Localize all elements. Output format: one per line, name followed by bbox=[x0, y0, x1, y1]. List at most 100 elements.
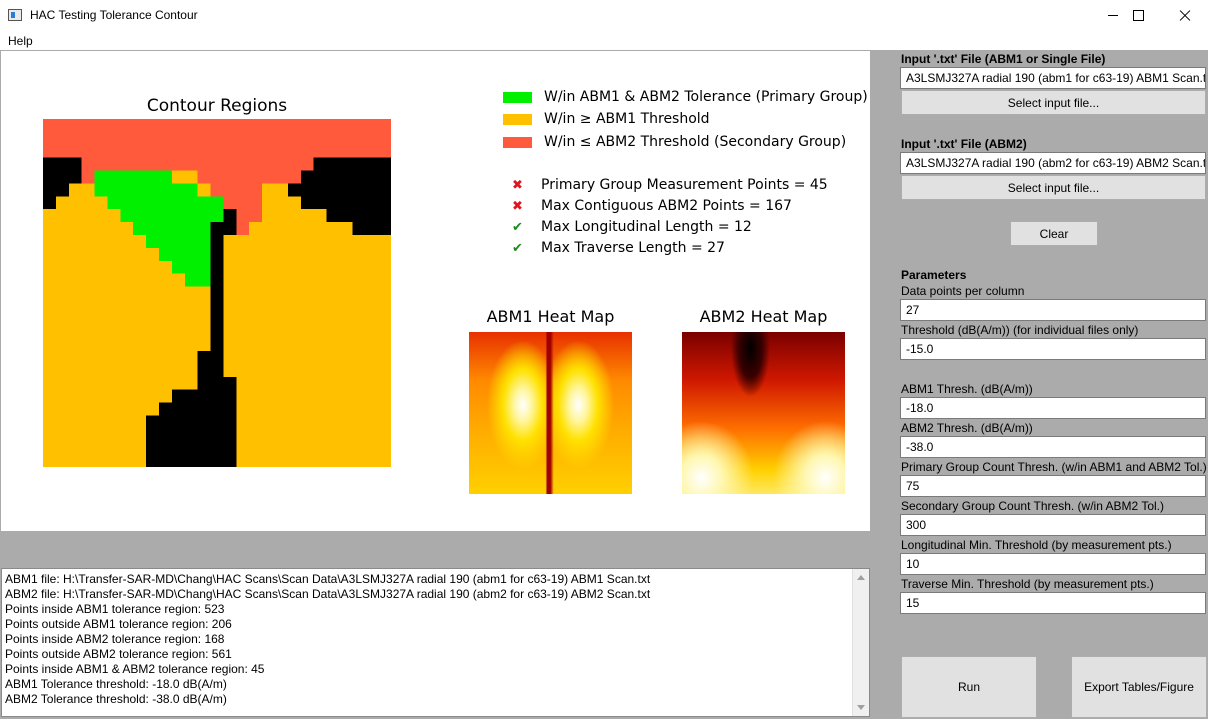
contour-regions-plot bbox=[43, 119, 391, 467]
check-icon: ✔ bbox=[512, 240, 523, 256]
data-points-label: Data points per column bbox=[901, 284, 1025, 298]
legend-label-abm1: W/in ≥ ABM1 Threshold bbox=[544, 111, 710, 127]
contour-cell bbox=[236, 209, 263, 223]
abm1-heatmap bbox=[469, 332, 632, 494]
abm1-thresh-label: ABM1 Thresh. (dB(A/m)) bbox=[901, 382, 1033, 396]
export-button[interactable]: Export Tables/Figure bbox=[1071, 656, 1207, 718]
abm1-thresh-input[interactable]: -18.0 bbox=[900, 397, 1206, 419]
log-line: Points inside ABM1 tolerance region: 523 bbox=[5, 602, 225, 616]
legend-swatch-primary bbox=[503, 91, 532, 103]
contour-cell bbox=[43, 119, 391, 158]
run-button[interactable]: Run bbox=[901, 656, 1037, 718]
abm2-file-label: Input '.txt' File (ABM2) bbox=[901, 137, 1027, 151]
threshold-input[interactable]: -15.0 bbox=[900, 338, 1206, 360]
menu-bar: Help bbox=[0, 31, 1208, 50]
legend-abm1: W/in ≥ ABM1 Threshold bbox=[503, 109, 710, 129]
legend-swatch-abm2 bbox=[503, 136, 532, 148]
scroll-down-icon[interactable] bbox=[857, 705, 865, 710]
log-line: ABM2 Tolerance threshold: -38.0 dB(A/m) bbox=[5, 692, 227, 706]
traverse-input[interactable]: 15 bbox=[900, 592, 1206, 614]
contour-cell bbox=[171, 389, 237, 403]
secondary-count-input[interactable]: 300 bbox=[900, 514, 1206, 536]
abm1-file-input[interactable]: A3LSMJ327A radial 190 (abm1 for c63-19) … bbox=[900, 67, 1206, 89]
fail-icon: ✖ bbox=[512, 177, 523, 193]
legend-primary: W/in ABM1 & ABM2 Tolerance (Primary Grou… bbox=[503, 87, 868, 107]
status-text: Max Longitudinal Length = 12 bbox=[541, 219, 752, 235]
contour-cell bbox=[210, 183, 263, 197]
contour-cell bbox=[94, 183, 198, 197]
contour-cell bbox=[120, 209, 224, 223]
contour-cell bbox=[223, 196, 263, 210]
traverse-label: Traverse Min. Threshold (by measurement … bbox=[901, 577, 1154, 591]
log-line: Points outside ABM1 tolerance region: 20… bbox=[5, 617, 232, 631]
longitudinal-input[interactable]: 10 bbox=[900, 553, 1206, 575]
contour-cell bbox=[197, 170, 301, 184]
app-icon bbox=[8, 9, 22, 21]
title-bar: HAC Testing Tolerance Contour bbox=[0, 0, 1208, 31]
log-line: ABM1 file: H:\Transfer-SAR-MD\Chang\HAC … bbox=[5, 572, 651, 586]
contour-cell bbox=[146, 415, 237, 467]
contour-cell bbox=[223, 209, 237, 235]
close-button[interactable] bbox=[1162, 0, 1208, 31]
abm2-heatmap-title: ABM2 Heat Map bbox=[699, 307, 828, 326]
contour-cell bbox=[352, 222, 391, 235]
abm2-thresh-input[interactable]: -38.0 bbox=[900, 436, 1206, 458]
status-longitudinal: ✔ Max Longitudinal Length = 12 bbox=[512, 217, 752, 237]
contour-cell bbox=[81, 157, 237, 171]
contour-cell bbox=[236, 222, 250, 235]
status-traverse: ✔ Max Traverse Length = 27 bbox=[512, 238, 725, 258]
status-contiguous-abm2: ✖ Max Contiguous ABM2 Points = 167 bbox=[512, 196, 792, 216]
fail-icon: ✖ bbox=[512, 198, 523, 214]
contour-cell bbox=[197, 351, 224, 377]
contour-cell bbox=[43, 196, 56, 210]
status-text: Max Traverse Length = 27 bbox=[541, 240, 725, 256]
scroll-up-icon[interactable] bbox=[857, 575, 865, 580]
contour-cell bbox=[184, 273, 211, 287]
contour-cell bbox=[236, 157, 314, 171]
maximize-button[interactable] bbox=[1115, 0, 1161, 31]
primary-count-label: Primary Group Count Thresh. (w/in ABM1 a… bbox=[901, 460, 1207, 474]
primary-count-input[interactable]: 75 bbox=[900, 475, 1206, 497]
threshold-label: Threshold (dB(A/m)) (for individual file… bbox=[901, 323, 1139, 337]
data-points-input[interactable]: 27 bbox=[900, 299, 1206, 321]
parameters-heading: Parameters bbox=[901, 268, 967, 282]
contour-cell bbox=[313, 157, 391, 171]
log-line: ABM1 Tolerance threshold: -18.0 dB(A/m) bbox=[5, 677, 227, 691]
log-line: ABM2 file: H:\Transfer-SAR-MD\Chang\HAC … bbox=[5, 587, 651, 601]
legend-label-primary: W/in ABM1 & ABM2 Tolerance (Primary Grou… bbox=[544, 89, 868, 105]
contour-cell bbox=[210, 222, 224, 248]
clear-button[interactable]: Clear bbox=[1010, 221, 1098, 246]
legend-abm2: W/in ≤ ABM2 Threshold (Secondary Group) bbox=[503, 132, 846, 152]
abm2-select-file-button[interactable]: Select input file... bbox=[901, 175, 1206, 200]
contour-cell bbox=[159, 402, 237, 416]
legend-swatch-abm1 bbox=[503, 113, 532, 125]
contour-cell bbox=[43, 157, 82, 171]
contour-cell bbox=[43, 183, 69, 197]
log-output[interactable]: ABM1 file: H:\Transfer-SAR-MD\Chang\HAC … bbox=[1, 568, 870, 717]
contour-cell bbox=[94, 170, 172, 184]
abm2-heatmap bbox=[682, 332, 845, 494]
log-scrollbar[interactable] bbox=[852, 569, 869, 716]
contour-cell bbox=[300, 170, 391, 184]
contour-cell bbox=[287, 183, 391, 197]
contour-cell bbox=[107, 196, 224, 210]
abm1-select-file-button[interactable]: Select input file... bbox=[901, 90, 1206, 115]
contour-cell bbox=[326, 209, 391, 223]
contour-cell bbox=[197, 376, 237, 390]
abm2-thresh-label: ABM2 Thresh. (dB(A/m)) bbox=[901, 421, 1033, 435]
longitudinal-label: Longitudinal Min. Threshold (by measurem… bbox=[901, 538, 1172, 552]
contour-title: Contour Regions bbox=[146, 96, 288, 116]
abm2-file-input[interactable]: A3LSMJ327A radial 190 (abm2 for c63-19) … bbox=[900, 152, 1206, 174]
log-line: Points inside ABM2 tolerance region: 168 bbox=[5, 632, 225, 646]
check-icon: ✔ bbox=[512, 219, 523, 235]
status-text: Primary Group Measurement Points = 45 bbox=[541, 177, 828, 193]
abm1-file-label: Input '.txt' File (ABM1 or Single File) bbox=[901, 52, 1106, 66]
status-primary-points: ✖ Primary Group Measurement Points = 45 bbox=[512, 175, 828, 195]
contour-cell bbox=[133, 222, 224, 235]
figure-panel: Contour Regions W/in ABM1 & ABM2 Toleran… bbox=[1, 51, 870, 531]
window-title: HAC Testing Tolerance Contour bbox=[30, 8, 198, 22]
secondary-count-label: Secondary Group Count Thresh. (w/in ABM2… bbox=[901, 499, 1165, 513]
contour-cell bbox=[43, 170, 82, 184]
menu-help[interactable]: Help bbox=[8, 34, 33, 48]
abm1-heatmap-title: ABM1 Heat Map bbox=[486, 307, 615, 326]
